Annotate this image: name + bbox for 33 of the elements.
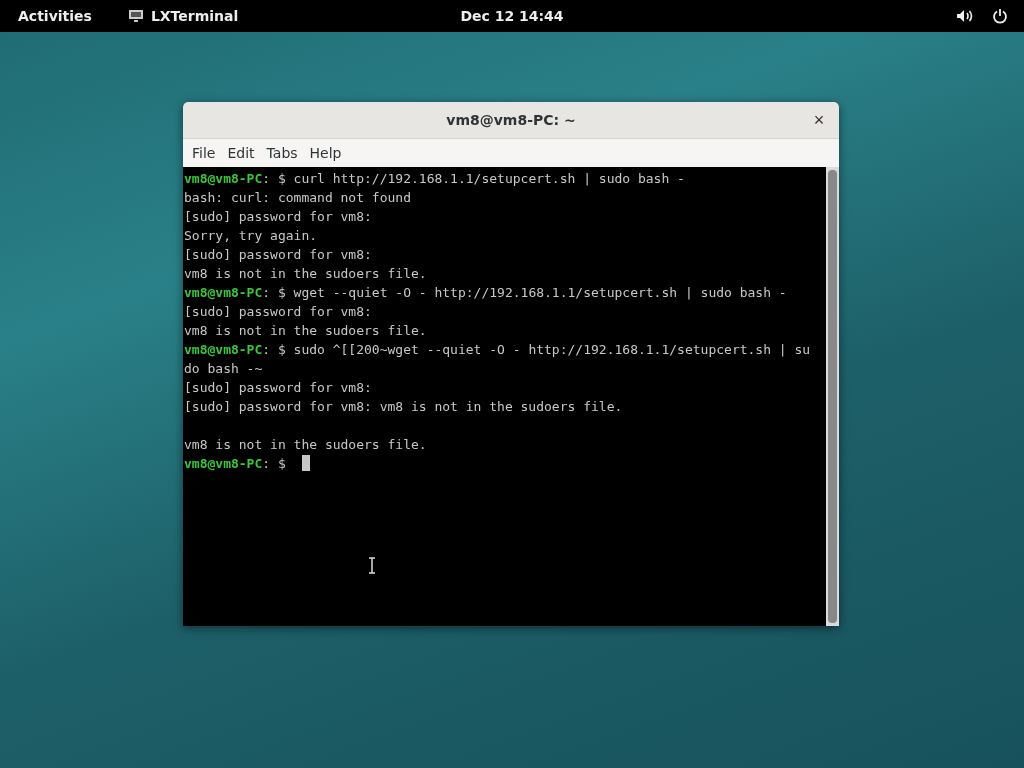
output-text: bash: curl: command not found bbox=[184, 190, 411, 205]
monitor-icon bbox=[127, 9, 144, 23]
app-menu-button[interactable]: LXTerminal bbox=[119, 4, 247, 28]
activities-button[interactable]: Activities bbox=[10, 4, 100, 28]
window-title: vm8@vm8-PC: ~ bbox=[446, 112, 576, 128]
output-text: [sudo] password for vm8: bbox=[184, 247, 372, 262]
ibeam-pointer-icon bbox=[368, 557, 376, 574]
prompt-text: vm8@vm8-PC bbox=[184, 456, 263, 471]
output-text: [sudo] password for vm8: bbox=[184, 304, 372, 319]
output-text: vm8 is not in the sudoers file. bbox=[184, 323, 427, 338]
clock-button[interactable]: Dec 12 14:44 bbox=[452, 4, 572, 28]
output-text: [sudo] password for vm8: bbox=[184, 380, 372, 395]
output-text: do bash -~ bbox=[184, 361, 263, 376]
command-text: : $ bbox=[262, 456, 286, 471]
text-cursor bbox=[301, 455, 310, 471]
prompt-text: vm8@vm8-PC bbox=[184, 342, 263, 357]
power-icon[interactable] bbox=[992, 8, 1008, 24]
output-text: Sorry, try again. bbox=[184, 228, 318, 243]
prompt-text: vm8@vm8-PC bbox=[184, 171, 263, 186]
menu-item[interactable]: File bbox=[187, 142, 221, 164]
output-text: [sudo] password for vm8: bbox=[184, 209, 372, 224]
menu-item[interactable]: Help bbox=[304, 142, 347, 164]
close-button[interactable]: × bbox=[807, 108, 831, 132]
output-text: [sudo] password for vm8: vm8 is not in the sudoers file. bbox=[184, 399, 623, 414]
command-text: : $ sudo ^[[200~wget --quiet -O - http://192.168.1.1/setupcert.sh | su bbox=[262, 342, 811, 357]
output-text: vm8 is not in the sudoers file. bbox=[184, 437, 427, 452]
volume-icon[interactable] bbox=[956, 9, 974, 23]
menu-item[interactable]: Edit bbox=[222, 142, 260, 164]
menu-item[interactable]: Tabs bbox=[261, 142, 303, 164]
prompt-text: vm8@vm8-PC bbox=[184, 285, 263, 300]
output-text: vm8 is not in the sudoers file. bbox=[184, 266, 427, 281]
command-text: : $ wget --quiet -O - http://192.168.1.1/setupcert.sh | sudo bash - bbox=[262, 285, 787, 300]
command-text: : $ curl http://192.168.1.1/setupcert.sh | sudo bash - bbox=[262, 171, 685, 186]
